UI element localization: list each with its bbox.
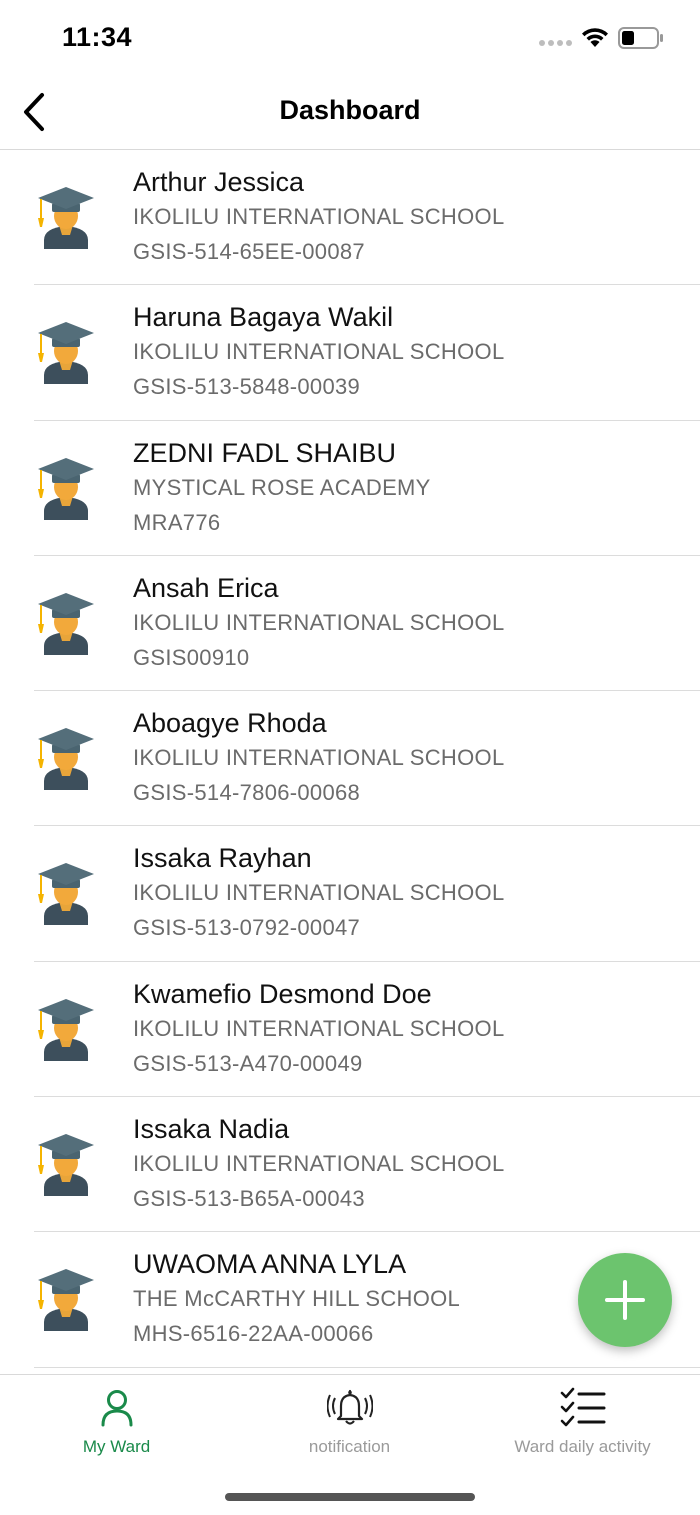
graduate-avatar-icon [38, 1269, 94, 1332]
graduate-avatar-icon [38, 322, 94, 385]
ward-name: Aboagye Rhoda [133, 708, 327, 739]
ward-id: MRA776 [133, 509, 221, 535]
ward-id: GSIS-513-0792-00047 [133, 915, 361, 941]
ward-list-item[interactable]: Kwamefio Desmond Doe IKOLILU INTERNATION… [0, 962, 700, 1098]
graduate-avatar-icon [38, 728, 94, 791]
tab-notification[interactable]: notification [233, 1375, 466, 1465]
ward-school: IKOLILU INTERNATIONAL SCHOOL [133, 880, 505, 906]
add-ward-button[interactable] [578, 1253, 672, 1347]
ward-id: MHS-6516-22AA-00066 [133, 1321, 374, 1347]
ward-list-item[interactable]: Haruna Bagaya Wakil IKOLILU INTERNATIONA… [0, 285, 700, 421]
tab-my-ward[interactable]: My Ward [0, 1375, 233, 1465]
person-icon [101, 1390, 132, 1427]
ward-school: THE McCARTHY HILL SCHOOL [133, 1286, 461, 1312]
tab-label: notification [308, 1437, 391, 1456]
status-time: 11:34 [62, 22, 133, 52]
ward-id: GSIS-513-A470-00049 [133, 1050, 363, 1076]
ward-list-item[interactable]: Aboagye Rhoda IKOLILU INTERNATIONAL SCHO… [0, 691, 700, 827]
status-bar: 11:34 [0, 0, 700, 75]
tab-label: Ward daily activity [514, 1437, 651, 1456]
ward-school: IKOLILU INTERNATIONAL SCHOOL [133, 1015, 505, 1041]
plus-icon [605, 1280, 645, 1320]
home-indicator[interactable] [225, 1493, 475, 1501]
ward-list-item[interactable]: Issaka Nadia IKOLILU INTERNATIONAL SCHOO… [0, 1097, 700, 1233]
ward-name: Issaka Nadia [133, 1114, 290, 1145]
bell-icon [326, 1389, 373, 1425]
ward-id: GSIS-513-5848-00039 [133, 374, 361, 400]
ward-id: GSIS-514-7806-00068 [133, 780, 361, 806]
tab-ward-daily-activity[interactable]: Ward daily activity [466, 1375, 699, 1465]
ward-name: UWAOMA ANNA LYLA [133, 1249, 407, 1280]
ward-list-item[interactable]: ZEDNI FADL SHAIBU MYSTICAL ROSE ACADEMY … [0, 421, 700, 557]
page-title: Dashboard [279, 95, 421, 125]
ward-school: IKOLILU INTERNATIONAL SCHOOL [133, 609, 505, 635]
ward-list-item[interactable]: Ansah Erica IKOLILU INTERNATIONAL SCHOOL… [0, 556, 700, 692]
ward-id: GSIS-513-B65A-00043 [133, 1186, 365, 1212]
graduate-avatar-icon [38, 187, 94, 249]
ward-school: IKOLILU INTERNATIONAL SCHOOL [133, 745, 505, 771]
graduate-avatar-icon [38, 998, 94, 1061]
ward-list-item[interactable]: Arthur Jessica IKOLILU INTERNATIONAL SCH… [0, 150, 700, 286]
ward-school: IKOLILU INTERNATIONAL SCHOOL [133, 339, 505, 365]
ward-name: Kwamefio Desmond Doe [133, 978, 432, 1009]
checklist-icon [560, 1387, 605, 1427]
ward-id: GSIS00910 [133, 644, 250, 670]
ward-list: Arthur Jessica IKOLILU INTERNATIONAL SCH… [0, 150, 700, 1374]
ward-school: IKOLILU INTERNATIONAL SCHOOL [133, 204, 505, 229]
ward-school: IKOLILU INTERNATIONAL SCHOOL [133, 1151, 505, 1177]
cellular-signal-icon [539, 40, 572, 46]
ward-name: ZEDNI FADL SHAIBU [133, 437, 397, 468]
ward-name: Arthur Jessica [133, 167, 305, 197]
ward-school: MYSTICAL ROSE ACADEMY [133, 474, 431, 500]
ward-name: Issaka Rayhan [133, 843, 312, 874]
ward-list-item[interactable]: Issaka Rayhan IKOLILU INTERNATIONAL SCHO… [0, 826, 700, 963]
ward-name: Ansah Erica [133, 572, 279, 603]
graduate-avatar-icon [38, 1134, 94, 1197]
tab-label: My Ward [82, 1437, 151, 1456]
ward-id: GSIS-514-65EE-00087 [133, 239, 365, 264]
graduate-avatar-icon [38, 457, 94, 520]
graduate-avatar-icon [38, 863, 94, 926]
ward-name: Haruna Bagaya Wakil [133, 302, 394, 333]
graduate-avatar-icon [38, 592, 94, 655]
navigation-bar: Dashboard [0, 75, 700, 150]
battery-icon [618, 27, 663, 49]
wifi-icon [582, 28, 608, 47]
